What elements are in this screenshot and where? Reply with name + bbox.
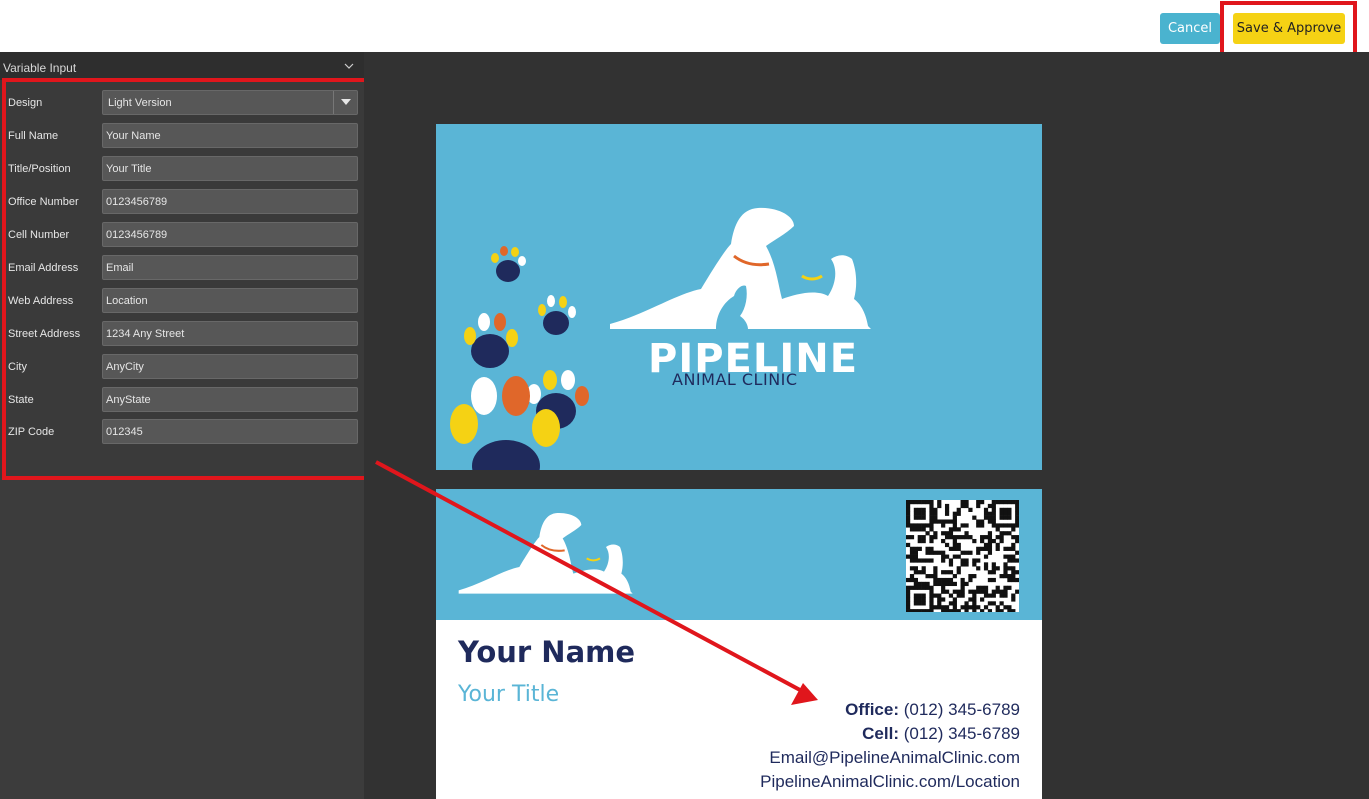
office-value: (012) 345-6789 — [903, 700, 1020, 719]
field-label: Street Address — [8, 328, 81, 340]
web-address-input[interactable] — [102, 288, 358, 313]
dog-cat-logo-icon — [458, 512, 633, 594]
title-position-input[interactable] — [102, 156, 358, 181]
office-label: Office: — [845, 700, 899, 719]
card-name: Your Name — [458, 635, 636, 669]
card-title: Your Title — [458, 682, 560, 707]
card-front-preview: PIPELINE ANIMAL CLINIC — [436, 124, 1042, 470]
zip-code-input[interactable] — [102, 419, 358, 444]
card-email: Email@PipelineAnimalClinic.com — [769, 748, 1020, 767]
form-row-design: Design Light Version — [0, 90, 364, 116]
full-name-input[interactable] — [102, 123, 358, 148]
variable-input-panel: Variable Input Design Light Version Full… — [0, 52, 364, 799]
card-back-header — [436, 489, 1042, 620]
form-row-state: State — [0, 387, 364, 413]
logo-subtitle: ANIMAL CLINIC — [672, 370, 798, 389]
qr-code — [906, 500, 1020, 614]
panel-title: Variable Input — [3, 61, 77, 75]
dropdown-button[interactable] — [333, 91, 357, 114]
cell-value: (012) 345-6789 — [903, 724, 1020, 743]
field-label: Office Number — [8, 196, 79, 208]
design-select-value: Light Version — [108, 97, 172, 109]
form-row-email: Email Address — [0, 255, 364, 281]
field-label: Cell Number — [8, 229, 70, 241]
panel-header[interactable]: Variable Input — [0, 52, 364, 80]
city-input[interactable] — [102, 354, 358, 379]
street-address-input[interactable] — [102, 321, 358, 346]
save-approve-button[interactable]: Save & Approve — [1233, 13, 1345, 44]
form-row-title: Title/Position — [0, 156, 364, 182]
form-row-city: City — [0, 354, 364, 380]
chevron-down-icon[interactable] — [344, 62, 354, 70]
state-input[interactable] — [102, 387, 358, 412]
cancel-button[interactable]: Cancel — [1160, 13, 1220, 44]
card-web: PipelineAnimalClinic.com/Location — [760, 772, 1020, 791]
field-label: State — [8, 394, 34, 406]
field-label: City — [8, 361, 27, 373]
form-row-street-address: Street Address — [0, 321, 364, 347]
caret-down-icon — [341, 99, 351, 105]
field-label: Design — [8, 97, 43, 109]
dog-cat-logo-icon — [610, 207, 871, 329]
form-row-office-number: Office Number — [0, 189, 364, 215]
design-select[interactable]: Light Version — [102, 90, 358, 115]
cell-label: Cell: — [862, 724, 899, 743]
email-address-input[interactable] — [102, 255, 358, 280]
variable-form: Design Light Version Full Name Title/Pos… — [0, 80, 364, 478]
field-label: Title/Position — [8, 163, 71, 175]
field-label: Email Address — [8, 262, 79, 274]
card-office-line: Office: (012) 345-6789 — [845, 700, 1020, 720]
field-label: Web Address — [8, 295, 74, 307]
card-back-preview: Your Name Your Title Office: (012) 345-6… — [436, 489, 1042, 799]
form-row-full-name: Full Name — [0, 123, 364, 149]
qr-code-icon — [906, 500, 1020, 614]
top-toolbar: Cancel Save & Approve — [0, 0, 1369, 52]
form-row-cell-number: Cell Number — [0, 222, 364, 248]
office-number-input[interactable] — [102, 189, 358, 214]
form-row-web-address: Web Address — [0, 288, 364, 314]
cell-number-input[interactable] — [102, 222, 358, 247]
form-row-zip-code: ZIP Code — [0, 419, 364, 445]
field-label: Full Name — [8, 130, 59, 142]
card-cell-line: Cell: (012) 345-6789 — [862, 724, 1020, 744]
field-label: ZIP Code — [8, 426, 55, 438]
